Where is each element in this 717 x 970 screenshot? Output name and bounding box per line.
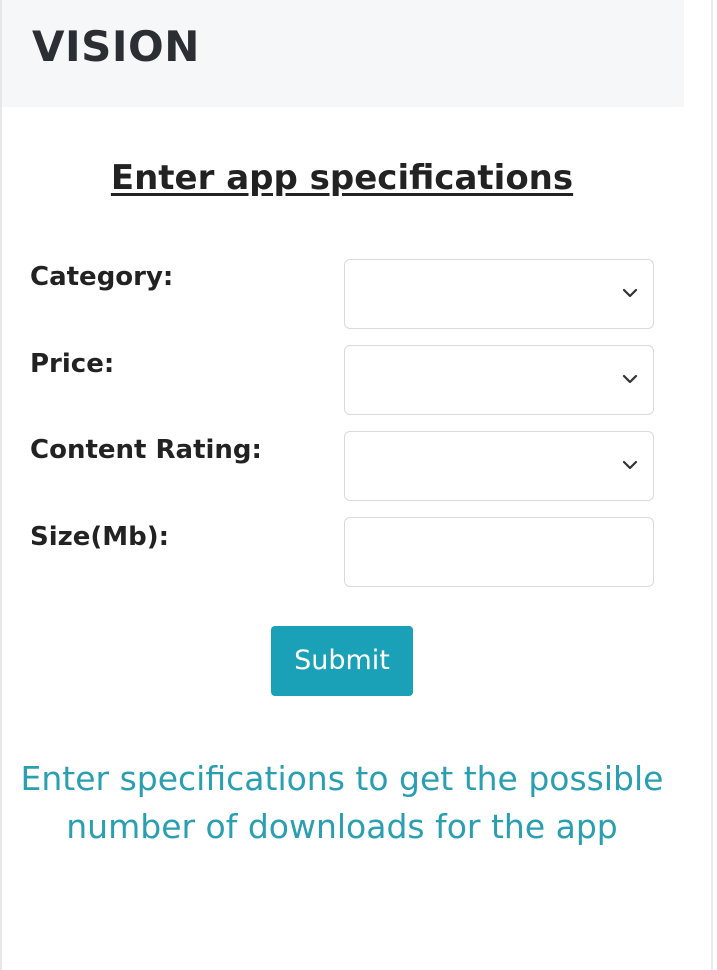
- content-rating-select[interactable]: [344, 431, 654, 501]
- size-input[interactable]: [344, 517, 654, 587]
- chevron-down-icon: [622, 374, 638, 384]
- result-line-1: Enter specifications to get the possible: [20, 759, 664, 798]
- form-title: Enter app specifications: [110, 158, 574, 198]
- header-bar: VISION: [2, 0, 684, 107]
- category-select[interactable]: [344, 259, 654, 329]
- app-page: VISION Enter app specifications Category…: [0, 0, 717, 970]
- submit-button[interactable]: Submit: [271, 626, 413, 696]
- content-rating-label: Content Rating:: [30, 435, 262, 465]
- result-message: Enter specifications to get the possible…: [0, 752, 684, 855]
- price-label: Price:: [30, 349, 115, 379]
- result-line-2: number of downloads for the app: [66, 807, 618, 847]
- price-select[interactable]: [344, 345, 654, 415]
- size-label: Size(Mb):: [30, 522, 170, 552]
- category-label: Category:: [30, 262, 174, 292]
- chevron-down-icon: [622, 460, 638, 470]
- chevron-down-icon: [622, 288, 638, 298]
- brand-title: VISION: [32, 22, 200, 71]
- scrollbar-track[interactable]: [711, 0, 713, 970]
